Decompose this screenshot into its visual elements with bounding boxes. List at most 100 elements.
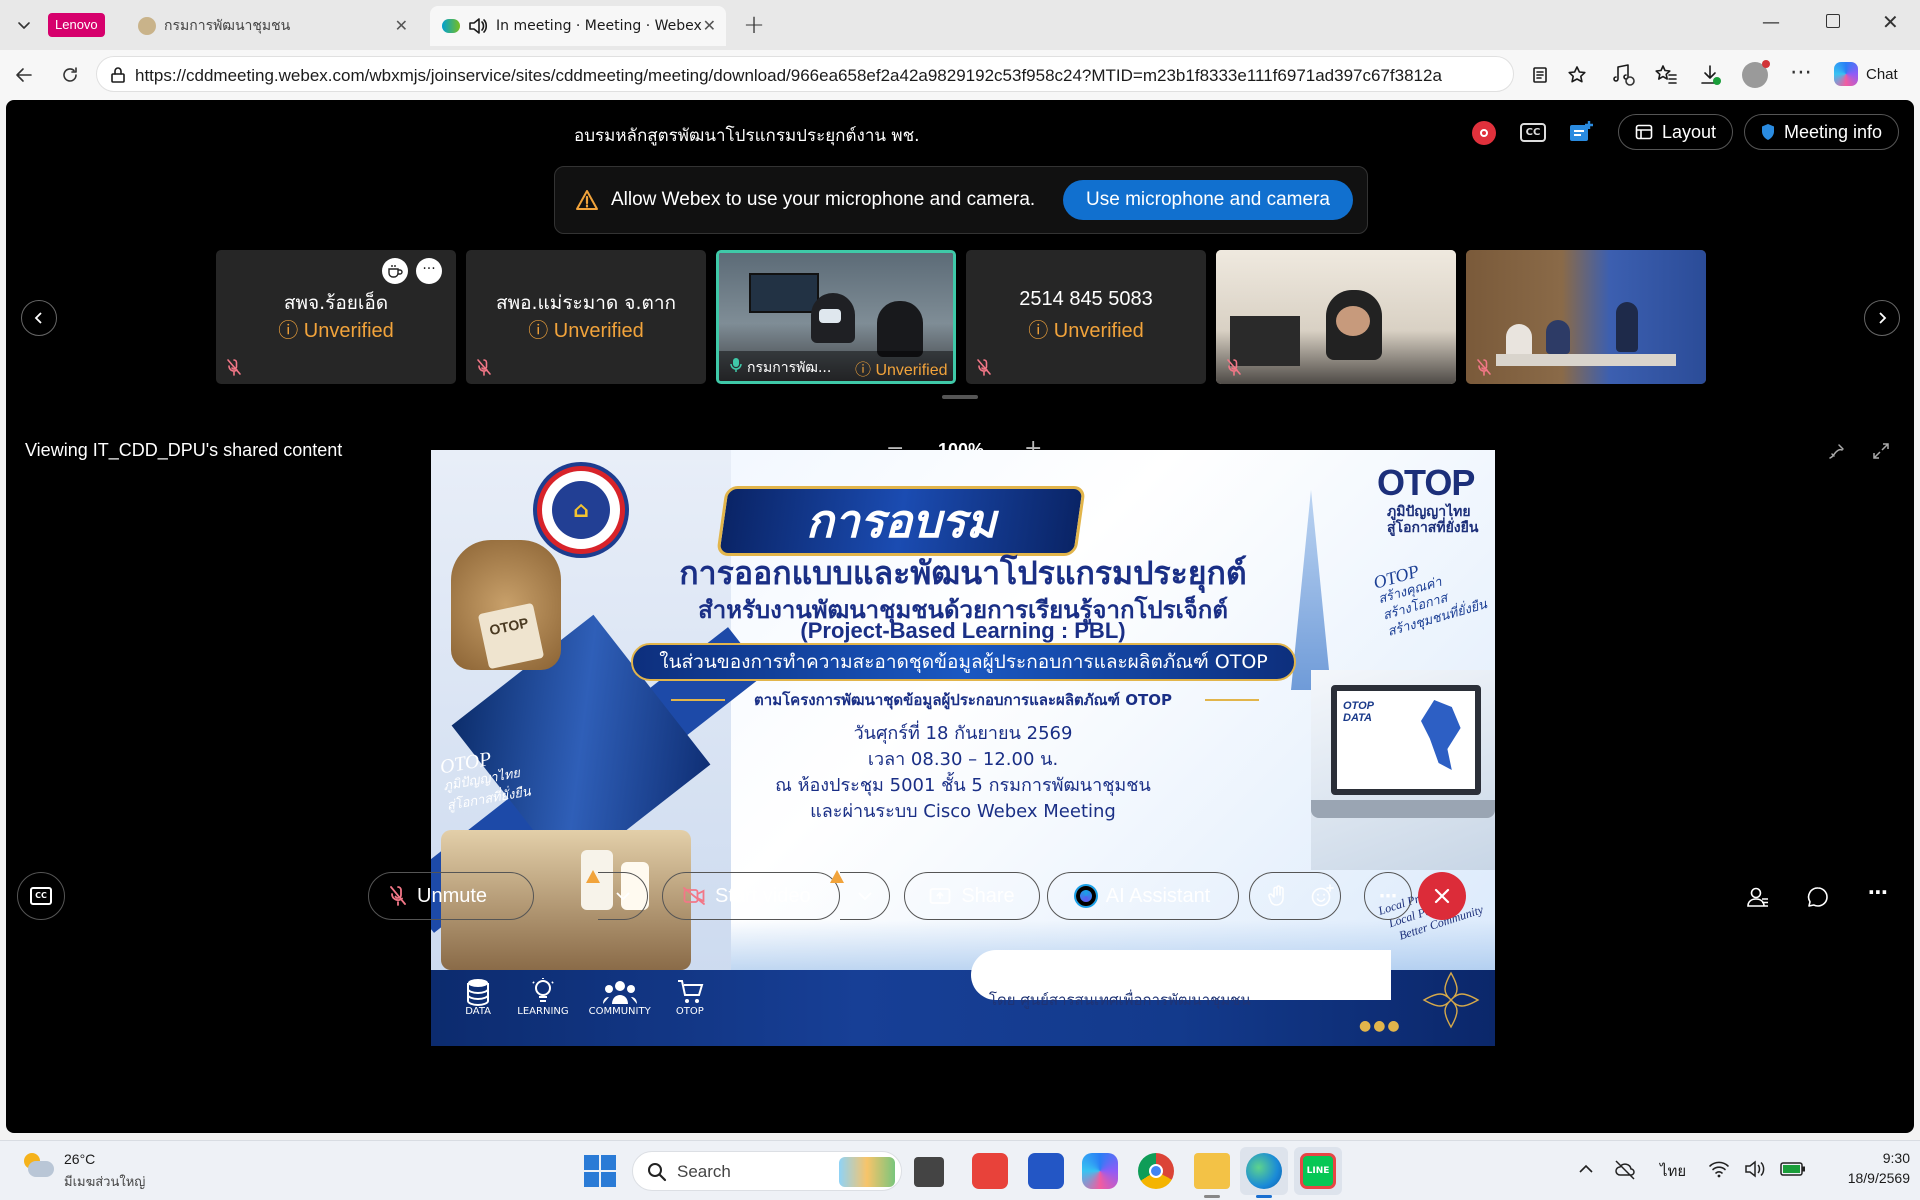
slide-date: วันศุกร์ที่ 18 กันยายน 2569 [853,723,1073,744]
unmute-button[interactable]: Unmute [368,872,534,920]
slide-time: เวลา 08.30 – 12.00 น. [867,749,1059,770]
settings-more-icon[interactable]: ⋯ [1790,60,1812,85]
muted-mic-icon [977,359,991,376]
share-icon [929,888,951,904]
close-tab-icon[interactable]: ✕ [703,16,716,35]
slide-place: ณ ห้องประชุม 5001 ชั้น 5 กรมการพัฒนาชุมช… [775,775,1151,796]
store-icon[interactable] [1028,1153,1064,1189]
reader-mode-icon[interactable] [1531,66,1549,84]
audio-options-button[interactable] [598,872,648,920]
fullscreen-icon[interactable] [1872,442,1890,460]
tab-list-chevron-icon[interactable] [8,9,40,41]
copilot-taskbar-icon[interactable] [1082,1153,1118,1189]
closed-captions-icon[interactable]: CC [1520,123,1546,142]
weather-temp[interactable]: 26°C [64,1151,95,1167]
downloads-icon[interactable] [1698,63,1722,87]
file-explorer-icon[interactable] [1194,1153,1230,1189]
chrome-icon[interactable] [1138,1153,1174,1189]
ai-assistant-button[interactable]: AI Assistant [1047,872,1239,920]
profile-badge[interactable]: Lenovo [48,13,105,37]
video-face [1336,306,1370,336]
muted-mic-icon [1477,359,1491,376]
recording-icon[interactable] [1472,121,1496,145]
decor-dots: ●●● [1359,1018,1402,1034]
windows-taskbar: 26°C มีเมฆส่วนใหญ่ Search LINE ไทย 9:30 … [0,1140,1920,1200]
learning-icon: LEARNING [517,978,569,1038]
participant-name: 2514 845 5083 [1019,288,1153,310]
layout-button[interactable]: Layout [1618,114,1734,150]
battery-icon[interactable] [1780,1160,1806,1178]
favorites-icon[interactable] [1654,63,1678,87]
more-options-button[interactable]: ⋯ [1364,872,1412,920]
captions-icon: CC [30,887,52,905]
slide-online: และผ่านระบบ Cisco Webex Meeting [810,801,1116,822]
raise-hand-icon[interactable] [1268,885,1288,907]
new-tab-icon[interactable]: + [738,9,770,41]
participants-icon[interactable] [1746,885,1770,909]
participant-tile-active-speaker[interactable]: กรมการพัฒ... ⓘ Unverified [716,250,956,384]
search-icon [648,1163,667,1182]
minimize-icon[interactable]: — [1762,12,1780,33]
use-mic-camera-button[interactable]: Use microphone and camera [1063,180,1353,220]
reload-icon[interactable] [54,59,86,91]
start-windows-icon[interactable] [584,1155,616,1187]
cloud-sync-off-icon[interactable] [1614,1159,1636,1181]
input-language[interactable]: ไทย [1660,1159,1686,1183]
prev-participants-button[interactable] [21,300,57,336]
more-options-icon[interactable]: ··· [416,258,442,284]
meeting-title: อบรมหลักสูตรพัฒนาโปรแกรมประยุกต์งาน พช. [574,126,920,146]
share-button[interactable]: Share [904,872,1040,920]
clock-time[interactable]: 9:30 [1820,1150,1910,1166]
speaker-icon[interactable] [468,17,488,35]
taskbar-search[interactable]: Search [632,1151,902,1191]
video-person [877,301,923,357]
meeting-info-button[interactable]: Meeting info [1744,114,1900,150]
copilot-chat-button[interactable]: Chat [1834,62,1898,86]
strip-resize-handle[interactable] [942,395,978,399]
participant-tile[interactable]: สพอ.แม่ระมาด จ.ตาก ⓘ Unverified [466,250,706,384]
weather-desc[interactable]: มีเมฆส่วนใหญ่ [64,1171,145,1192]
more-panels-icon[interactable]: ⋯ [1868,880,1888,904]
chat-icon[interactable] [1806,885,1830,909]
browser-essentials-icon[interactable] [1612,63,1636,87]
volume-icon[interactable] [1744,1159,1768,1179]
cdd-logo-emblem: ⌂ [552,481,610,539]
video-options-button[interactable] [840,872,890,920]
site-info-icon[interactable] [109,66,127,84]
favorite-star-icon[interactable] [1567,65,1587,85]
clock-date[interactable]: 18/9/2569 [1820,1170,1910,1186]
task-view-icon[interactable] [914,1157,944,1187]
chevron-right-icon [1879,312,1887,324]
tab-cdd[interactable]: กรมการพัฒนาชุมชน ✕ [126,6,418,46]
chevron-down-icon [857,892,872,901]
chevron-up-icon[interactable] [1578,1163,1594,1175]
edge-icon[interactable] [1246,1153,1282,1189]
slido-icon[interactable] [1568,119,1594,145]
address-bar-row: https://cddmeeting.webex.com/wbxmjs/join… [0,50,1920,100]
back-icon[interactable] [8,59,40,91]
reaction-emoji-icon[interactable] [1310,884,1334,908]
close-window-icon[interactable]: ✕ [1882,10,1899,34]
restore-icon[interactable] [1826,14,1840,28]
line-icon[interactable]: LINE [1300,1153,1336,1189]
muted-mic-icon [1227,359,1241,376]
captions-button[interactable]: CC [17,872,65,920]
search-label: Search [677,1162,731,1181]
tab-title: กรมการพัฒนาชุมชน [164,18,291,34]
participant-tile[interactable] [1216,250,1456,384]
tab-webex[interactable]: In meeting · Meeting · Webex ✕ [430,6,726,46]
weather-cloud-icon[interactable] [22,1153,54,1181]
next-participants-button[interactable] [1864,300,1900,336]
participant-tile[interactable]: ··· สพจ.ร้อยเอ็ด ⓘ Unverified [216,250,456,384]
wifi-icon[interactable] [1708,1159,1730,1179]
running-indicator [1256,1195,1272,1198]
start-video-button[interactable]: Start video [662,872,840,920]
muted-mic-icon [390,886,406,906]
close-tab-icon[interactable]: ✕ [395,16,408,35]
leave-meeting-button[interactable] [1418,872,1466,920]
participant-tile[interactable]: 2514 845 5083 ⓘ Unverified [966,250,1206,384]
annotate-icon[interactable] [1828,442,1846,460]
anydesk-icon[interactable] [972,1153,1008,1189]
url-field[interactable]: https://cddmeeting.webex.com/wbxmjs/join… [96,56,1586,92]
participant-tile[interactable] [1466,250,1706,384]
